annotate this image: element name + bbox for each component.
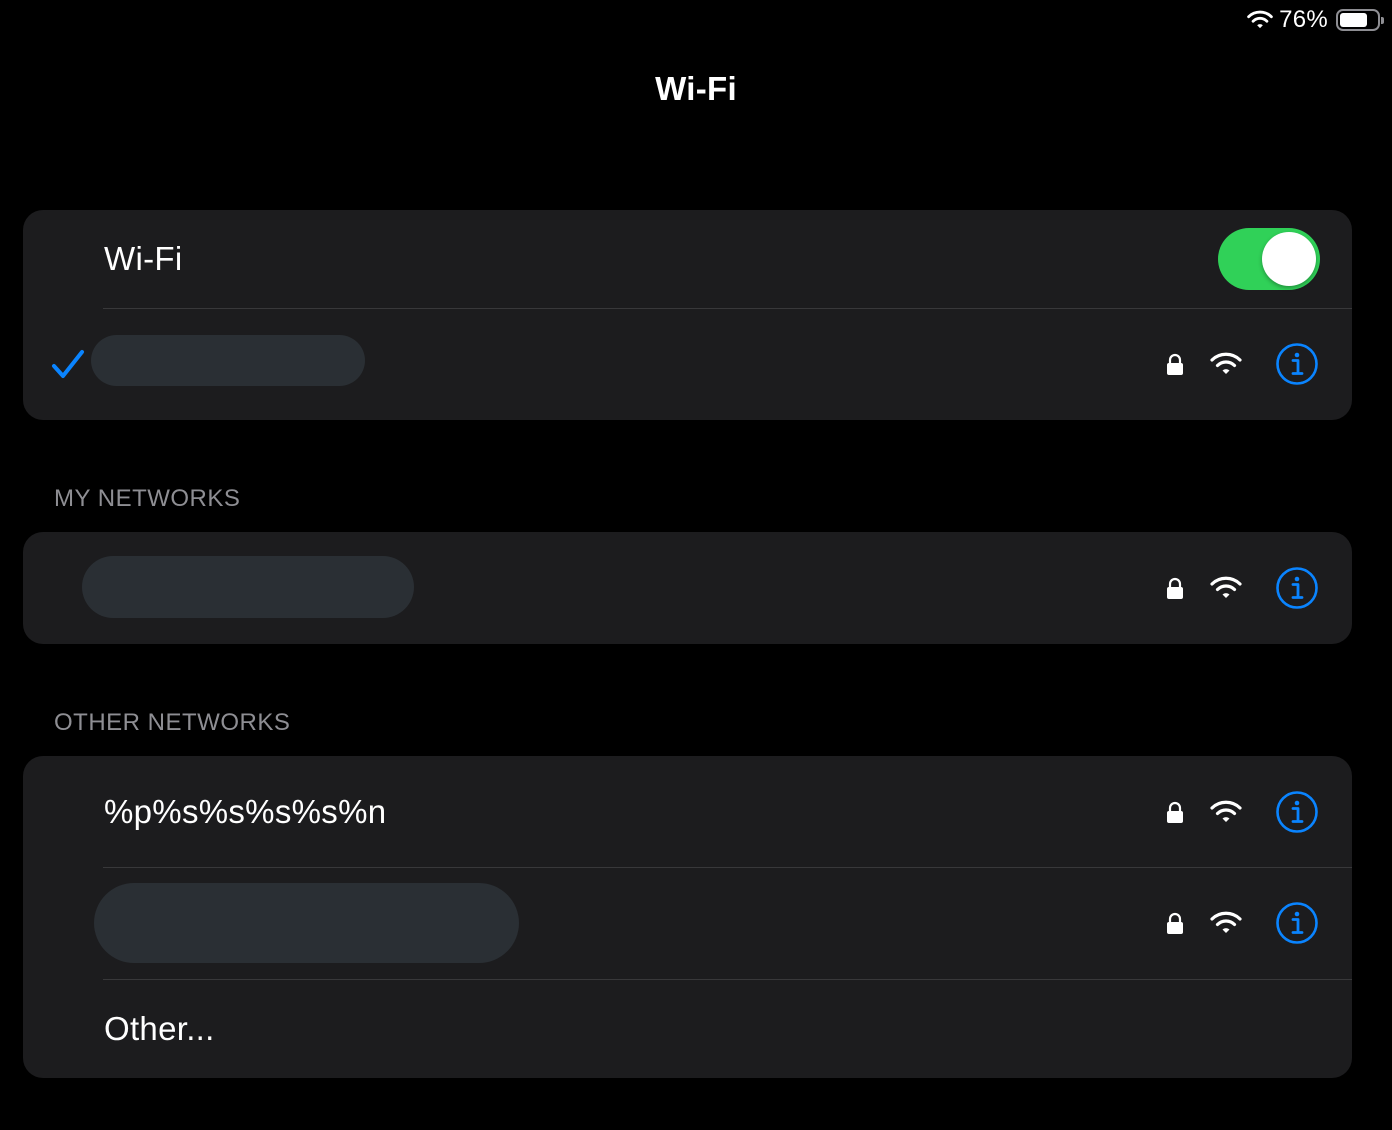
network-accessories xyxy=(1166,308,1319,420)
other-label: Other... xyxy=(104,1009,215,1047)
other-networks-group: %p%s%s%s%s%n Other... xyxy=(23,756,1352,1078)
network-name-redacted xyxy=(91,335,365,386)
lock-icon xyxy=(1167,801,1183,823)
network-name-redacted xyxy=(94,883,519,963)
battery-icon xyxy=(1336,9,1384,31)
wifi-toggle-row: Wi-Fi xyxy=(23,210,1352,308)
lock-icon xyxy=(1167,353,1183,375)
network-accessories xyxy=(1166,756,1319,867)
wifi-signal-icon xyxy=(1210,911,1242,933)
other-network-row[interactable] xyxy=(23,867,1352,979)
other-network-join-row[interactable]: Other... xyxy=(23,979,1352,1078)
network-name-redacted xyxy=(82,556,414,618)
network-accessories xyxy=(1166,867,1319,979)
toggle-knob xyxy=(1262,232,1316,286)
page-title: Wi-Fi xyxy=(655,70,737,107)
other-networks-header: OTHER NETWORKS xyxy=(54,709,291,736)
battery-level-fill xyxy=(1340,13,1368,27)
other-network-row[interactable]: %p%s%s%s%s%n xyxy=(23,756,1352,867)
lock-icon xyxy=(1167,577,1183,599)
info-circle-icon[interactable] xyxy=(1275,901,1319,945)
checkmark-icon xyxy=(52,350,84,378)
wifi-signal-icon xyxy=(1210,352,1242,374)
my-network-row[interactable] xyxy=(23,532,1352,644)
info-circle-icon[interactable] xyxy=(1275,566,1319,610)
wifi-toggle-group: Wi-Fi xyxy=(23,210,1352,420)
wifi-toggle-label: Wi-Fi xyxy=(104,240,183,277)
info-circle-icon[interactable] xyxy=(1275,342,1319,386)
wifi-toggle-switch[interactable] xyxy=(1218,228,1320,290)
wifi-signal-icon xyxy=(1210,800,1242,822)
connected-network-row[interactable] xyxy=(23,308,1352,420)
lock-icon xyxy=(1167,912,1183,934)
wifi-signal-icon xyxy=(1210,576,1242,598)
my-networks-group xyxy=(23,532,1352,644)
network-accessories xyxy=(1166,532,1319,644)
battery-percentage: 76% xyxy=(1279,6,1328,33)
my-networks-header: MY NETWORKS xyxy=(54,485,241,512)
info-circle-icon[interactable] xyxy=(1275,790,1319,834)
network-name: %p%s%s%s%s%n xyxy=(104,792,387,830)
wifi-status-icon xyxy=(1247,10,1273,29)
status-bar: 76% xyxy=(1247,5,1384,35)
